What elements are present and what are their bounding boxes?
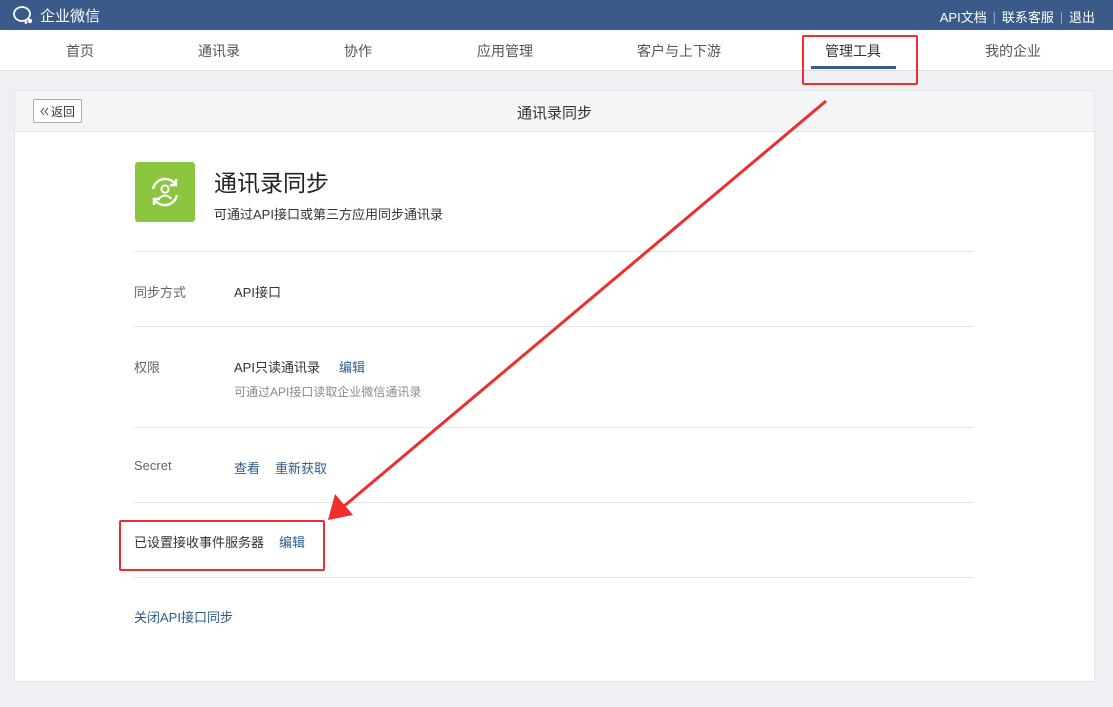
nav-app-management[interactable]: 应用管理 — [477, 41, 533, 61]
nav-customers[interactable]: 客户与上下游 — [637, 41, 721, 61]
panel-header: 返回 通讯录同步 — [15, 91, 1094, 132]
nav-collaboration[interactable]: 协作 — [344, 41, 372, 61]
app-description: 可通过API接口或第三方应用同步通讯录 — [214, 207, 443, 222]
divider — [134, 427, 974, 428]
secret-label: Secret — [134, 458, 172, 473]
wecom-logo-icon — [13, 6, 33, 24]
sync-method-value: API接口 — [234, 285, 281, 300]
divider — [134, 502, 974, 503]
event-server-status: 已设置接收事件服务器 — [134, 535, 265, 550]
edit-event-server-link[interactable]: 编辑 — [279, 532, 305, 551]
active-tab-indicator — [811, 66, 896, 69]
nav-home[interactable]: 首页 — [66, 41, 94, 61]
contact-support-link[interactable]: 联系客服 — [1002, 7, 1054, 26]
app-name: 通讯录同步 — [214, 170, 329, 196]
brand[interactable]: 企业微信 — [12, 5, 100, 25]
top-bar: 企业微信 API文档 | 联系客服 | 退出 — [0, 0, 1113, 30]
refresh-secret-link[interactable]: 重新获取 — [275, 458, 327, 477]
logout-link[interactable]: 退出 — [1069, 7, 1095, 26]
divider — [134, 326, 974, 327]
view-secret-link[interactable]: 查看 — [234, 458, 260, 477]
sync-method-label: 同步方式 — [134, 285, 187, 300]
divider — [134, 251, 974, 252]
nav-contacts[interactable]: 通讯录 — [198, 41, 240, 61]
edit-permission-link[interactable]: 编辑 — [339, 357, 365, 376]
permission-hint: 可通过API接口读取企业微信通讯录 — [234, 385, 422, 399]
nav-admin-tools[interactable]: 管理工具 — [825, 41, 881, 61]
top-links: API文档 | 联系客服 | 退出 — [940, 7, 1095, 26]
content-panel: 返回 通讯录同步 通讯录同步 可通过API接口或第三方应用同步通讯录 同步方式 … — [14, 90, 1095, 682]
api-docs-link[interactable]: API文档 — [940, 7, 987, 26]
top-separator: | — [1059, 9, 1063, 24]
main-nav: 首页 通讯录 协作 应用管理 客户与上下游 管理工具 我的企业 — [0, 30, 1113, 71]
permission-label: 权限 — [134, 360, 161, 375]
page-title: 通讯录同步 — [516, 105, 592, 122]
nav-my-enterprise[interactable]: 我的企业 — [985, 41, 1041, 61]
permission-value: API只读通讯录 — [234, 360, 320, 375]
disable-api-sync-link[interactable]: 关闭API接口同步 — [134, 607, 233, 626]
brand-name: 企业微信 — [40, 7, 101, 25]
top-separator: | — [992, 9, 996, 24]
divider — [134, 577, 974, 578]
contacts-sync-icon — [135, 162, 195, 222]
